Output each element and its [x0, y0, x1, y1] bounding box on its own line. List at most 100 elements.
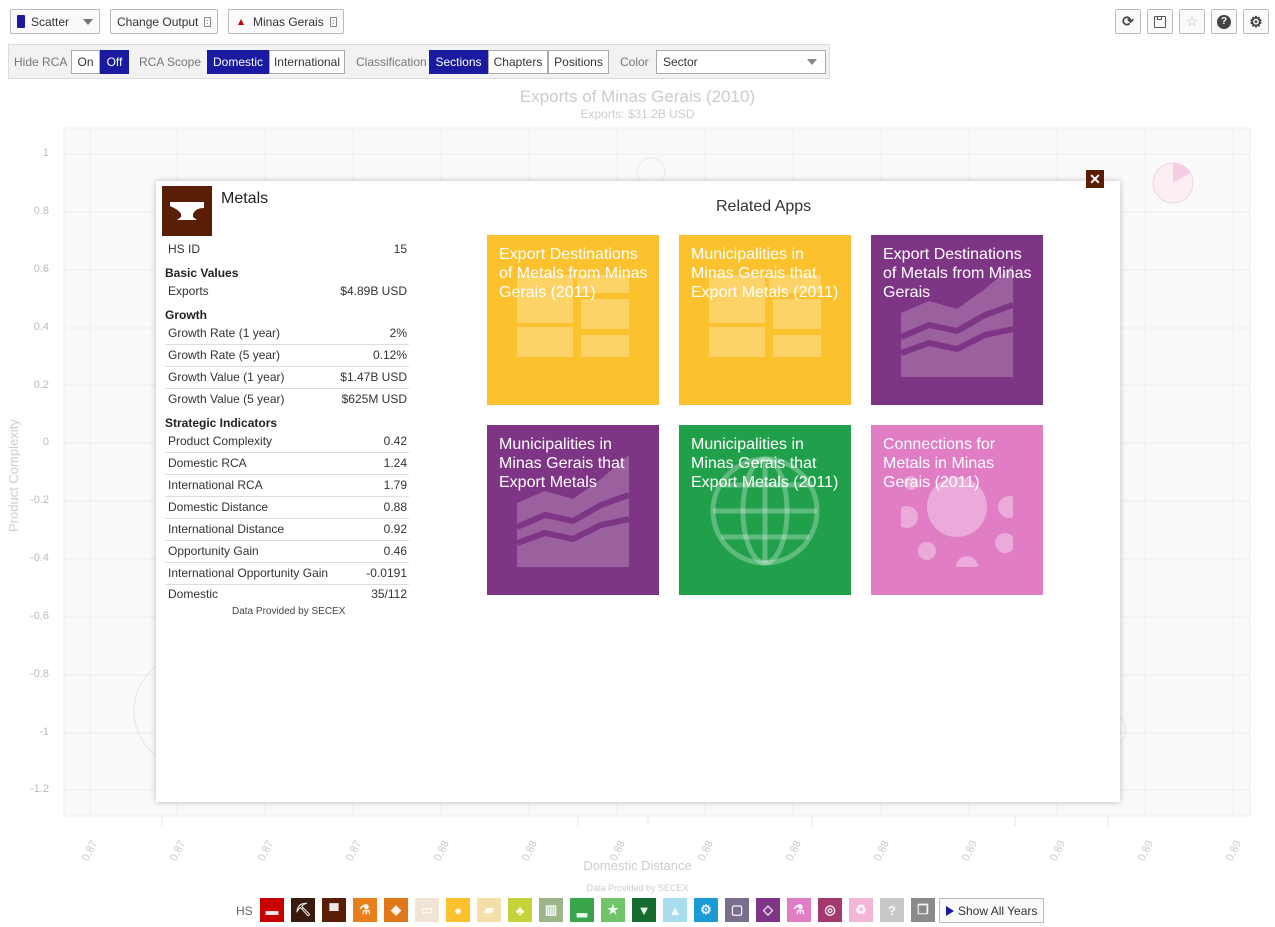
indicator-label: Opportunity Gain [168, 544, 259, 558]
indicator-label: International Distance [168, 522, 285, 536]
minerals-icon[interactable]: ⛏ [291, 898, 315, 922]
growth-value: $1.47B USD [340, 370, 407, 384]
y-tick: -1.2 [30, 783, 49, 795]
strategic-indicators-heading: Strategic Indicators [165, 416, 278, 430]
exports-row: Exports $4.89B USD [165, 284, 409, 298]
hs-classification-label: HS [236, 904, 253, 918]
growth-row: Growth Rate (1 year) 2% [165, 326, 409, 345]
close-icon: ✕ [1089, 170, 1101, 187]
indicator-value: 1.79 [383, 478, 407, 492]
data-source-note: Data Provided by SECEX [232, 606, 346, 617]
indicator-value: 0.46 [383, 544, 407, 558]
textiles-icon[interactable]: ▼ [632, 898, 656, 922]
indicator-value: 0.92 [383, 522, 407, 536]
indicator-row: International Opportunity Gain -0.0191 [165, 566, 409, 585]
show-all-years-label: Show All Years [958, 903, 1038, 918]
show-all-years-button[interactable]: Show All Years [939, 898, 1044, 923]
vegetable-products-icon[interactable]: ♣ [508, 898, 532, 922]
unknown-icon[interactable]: ? [880, 898, 904, 922]
indicator-label: Domestic Distance [168, 500, 269, 514]
indicator-label: International Opportunity Gain [168, 566, 329, 580]
growth-label: Growth Rate (1 year) [168, 326, 281, 340]
indicator-value: -0.0191 [366, 566, 407, 580]
instruments-icon[interactable]: ⚗ [787, 898, 811, 922]
indicator-row: Domestic RCA 1.24 [165, 456, 409, 475]
hs-id-label: HS ID [168, 242, 201, 256]
y-tick: -0.4 [30, 552, 49, 564]
y-axis-label: Product Complexity [6, 419, 21, 532]
hides-icon[interactable]: ▰ [477, 898, 501, 922]
growth-label: Growth Rate (5 year) [168, 348, 281, 362]
x-axis-label: Domestic Distance [583, 858, 692, 873]
growth-label: Growth Value (1 year) [168, 370, 285, 384]
misc-products-icon[interactable]: ★ [601, 898, 625, 922]
growth-heading: Growth [165, 308, 207, 322]
basic-values-heading: Basic Values [165, 266, 239, 280]
paper-icon[interactable]: ▭ [415, 898, 439, 922]
related-apps-heading: Related Apps [716, 198, 812, 215]
stone-glass-icon[interactable]: ▥ [539, 898, 563, 922]
related-app-title: Export Destinations of Metals from Minas… [883, 246, 1032, 301]
machines-icon[interactable]: ⚙ [694, 898, 718, 922]
growth-row: Growth Value (1 year) $1.47B USD [165, 370, 409, 389]
growth-value: 0.12% [372, 348, 407, 362]
foodstuffs-icon[interactable]: ● [446, 898, 470, 922]
indicator-label: Domestic [168, 587, 219, 601]
y-tick: 0.2 [33, 379, 49, 391]
related-app-tile[interactable]: Municipalities in Minas Gerais that Expo… [679, 235, 851, 405]
weapons-icon[interactable]: ◎ [818, 898, 842, 922]
related-app-title: Municipalities in Minas Gerais that Expo… [691, 246, 839, 301]
exports-value: $4.89B USD [340, 284, 407, 298]
chart-source: Data Provided by SECEX [586, 883, 689, 893]
hs-id-row: HS ID 15 [165, 242, 409, 256]
metals-section-icon [162, 186, 212, 236]
metals-icon[interactable]: ▀ [322, 898, 346, 922]
related-app-tile[interactable]: Municipalities in Minas Gerais that Expo… [679, 425, 851, 595]
y-tick: -0.6 [30, 610, 49, 622]
related-app-tile[interactable]: Municipalities in Minas Gerais that Expo… [487, 425, 659, 595]
indicator-label: Product Complexity [168, 434, 273, 448]
precious-metals-icon[interactable]: ◇ [756, 898, 780, 922]
product-name: Metals [221, 190, 269, 207]
related-app-tile[interactable]: Export Destinations of Metals from Minas… [487, 235, 659, 405]
product-detail-modal: Metals HS ID 15 Basic Values Exports $4.… [156, 181, 1120, 802]
indicator-row: Product Complexity 0.42 [165, 434, 409, 453]
related-app-tile[interactable]: Connections for Metals in Minas Gerais (… [871, 425, 1043, 595]
y-tick: 0.8 [33, 205, 49, 217]
recycling-icon[interactable]: ♻ [849, 898, 873, 922]
indicator-row: Opportunity Gain 0.46 [165, 544, 409, 563]
y-tick: 0.6 [33, 263, 49, 275]
indicator-row: Domestic 35/112 [165, 587, 409, 606]
plastics-icon[interactable]: ◆ [384, 898, 408, 922]
play-icon [946, 905, 954, 916]
arts-icon[interactable]: ▢ [725, 898, 749, 922]
indicator-value: 0.42 [383, 434, 407, 448]
y-tick: -1 [39, 726, 49, 738]
chemicals-icon[interactable]: ⚗ [353, 898, 377, 922]
y-tick: 1 [42, 147, 49, 159]
growth-row: Growth Rate (5 year) 0.12% [165, 348, 409, 367]
growth-value: $625M USD [341, 392, 407, 406]
related-app-title: Municipalities in Minas Gerais that Expo… [499, 436, 625, 491]
indicator-label: Domestic RCA [168, 456, 247, 470]
footwear-icon[interactable]: ▂ [570, 898, 594, 922]
growth-value: 2% [389, 326, 407, 340]
indicator-row: International RCA 1.79 [165, 478, 409, 497]
indicator-row: International Distance 0.92 [165, 522, 409, 541]
hs-id-value: 15 [393, 242, 407, 256]
indicator-label: International RCA [168, 478, 263, 492]
related-app-title: Connections for Metals in Minas Gerais (… [883, 436, 996, 491]
other-icon[interactable]: ❒ [911, 898, 935, 922]
growth-row: Growth Value (5 year) $625M USD [165, 392, 409, 411]
indicator-row: Domestic Distance 0.88 [165, 500, 409, 519]
anvil-icon [170, 202, 204, 220]
related-app-tile[interactable]: Export Destinations of Metals from Minas… [871, 235, 1043, 405]
indicator-value: 35/112 [371, 587, 407, 601]
close-modal-button[interactable]: ✕ [1086, 170, 1104, 188]
related-app-title: Municipalities in Minas Gerais that Expo… [691, 436, 839, 491]
transportation-icon[interactable]: ▲ [663, 898, 687, 922]
related-app-title: Export Destinations of Metals from Minas… [499, 246, 648, 301]
exports-label: Exports [168, 284, 209, 298]
indicator-value: 1.24 [383, 456, 407, 470]
animal-products-icon[interactable]: ▬ [260, 898, 284, 922]
